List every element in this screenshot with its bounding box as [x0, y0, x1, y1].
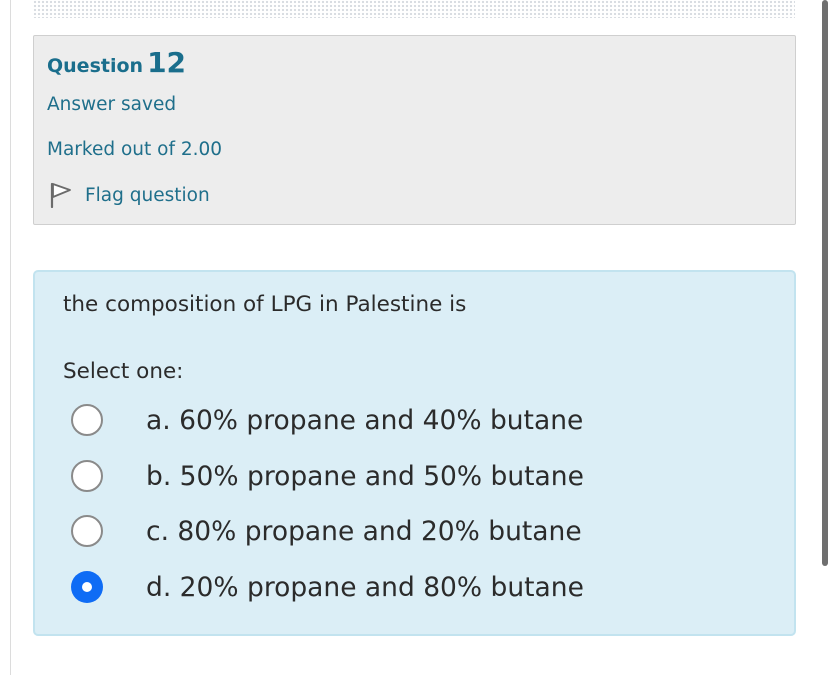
- question-info-panel: Question 12 Answer saved Marked out of 2.…: [33, 35, 796, 225]
- question-number: 12: [147, 46, 187, 79]
- previous-question-edge: [33, 0, 795, 18]
- option-a-radio[interactable]: [71, 404, 103, 436]
- flag-question-toggle[interactable]: Flag question: [49, 182, 210, 208]
- question-content-panel: the composition of LPG in Palestine is S…: [33, 270, 796, 636]
- answer-option-b[interactable]: b. 50% propane and 50% butane: [71, 456, 771, 496]
- question-text: the composition of LPG in Palestine is: [63, 292, 467, 317]
- option-d-label[interactable]: d. 20% propane and 80% butane: [146, 572, 584, 603]
- question-label: Question: [47, 55, 144, 77]
- question-marks: Marked out of 2.00: [47, 139, 223, 160]
- option-b-label[interactable]: b. 50% propane and 50% butane: [146, 461, 584, 492]
- select-one-prompt: Select one:: [63, 359, 184, 384]
- flag-question-label[interactable]: Flag question: [85, 185, 210, 206]
- flag-icon[interactable]: [49, 182, 73, 208]
- answer-option-c[interactable]: c. 80% propane and 20% butane: [71, 511, 771, 551]
- scrollbar-thumb[interactable]: [822, 0, 828, 566]
- question-heading: Question 12: [47, 46, 186, 79]
- option-c-radio[interactable]: [71, 515, 103, 547]
- option-c-label[interactable]: c. 80% propane and 20% butane: [146, 516, 582, 547]
- answer-status: Answer saved: [47, 94, 177, 115]
- option-a-label[interactable]: a. 60% propane and 40% butane: [146, 405, 583, 436]
- option-d-radio[interactable]: [71, 571, 103, 603]
- answer-option-d[interactable]: d. 20% propane and 80% butane: [71, 567, 771, 607]
- page-left-border: [10, 0, 11, 675]
- option-b-radio[interactable]: [71, 460, 103, 492]
- answer-option-a[interactable]: a. 60% propane and 40% butane: [71, 400, 771, 440]
